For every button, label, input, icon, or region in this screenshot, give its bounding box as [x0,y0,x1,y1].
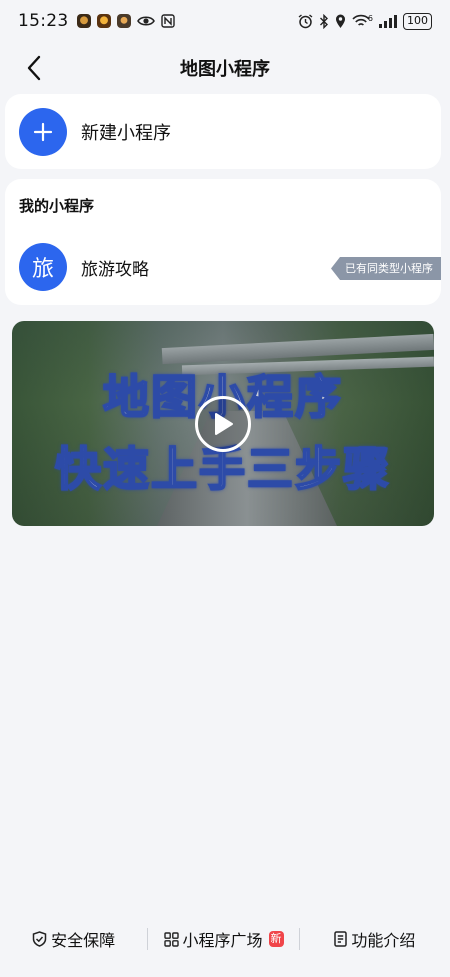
location-icon [335,14,345,28]
status-badge: 已有同类型小程序 [331,257,441,280]
back-button[interactable] [18,52,50,84]
signal-icon [379,14,397,28]
eye-icon [136,16,155,26]
add-button[interactable] [19,107,67,156]
list-item[interactable]: 旅 旅游攻略 [19,243,149,291]
status-time: 15:23 [18,11,69,31]
mini-program-plaza-link[interactable]: 小程序广场 新 [148,920,298,958]
page-title: 地图小程序 [180,59,270,80]
bluetooth-icon [319,13,328,29]
feature-intro-label: 功能介绍 [351,931,416,950]
plus-icon [33,122,53,141]
app-notification-icon [96,14,111,28]
my-mini-programs-card: 我的小程序 旅 旅游攻略 已有同类型小程序 [5,179,441,305]
security-label: 安全保障 [51,931,116,950]
status-left: 15:23 [18,11,175,31]
feature-intro-link[interactable]: 功能介绍 [300,920,450,958]
status-bar: 15:23 6 100 [0,0,450,42]
app-notification-icon [76,14,91,28]
grid-icon [163,931,179,947]
new-mini-program-label: 新建小程序 [81,122,171,144]
play-button[interactable] [195,396,251,452]
security-link[interactable]: 安全保障 [0,920,147,958]
section-title: 我的小程序 [19,197,95,215]
title-bar: 地图小程序 [0,44,450,92]
avatar: 旅 [19,243,67,291]
play-icon [215,413,233,435]
wifi-network-label: 6 [367,14,373,23]
new-badge: 新 [268,931,284,947]
battery-icon: 100 [403,12,432,30]
nfc-icon [160,14,175,28]
alarm-icon [298,13,313,28]
chevron-left-icon [27,55,41,81]
app-notification-icon [116,14,131,28]
shield-check-icon [32,931,47,947]
document-icon [334,931,348,947]
mini-program-plaza-label: 小程序广场 [182,931,263,950]
new-mini-program-card[interactable]: 新建小程序 [5,94,441,169]
mini-program-label: 旅游攻略 [81,259,149,280]
wifi-indicator: 6 [352,14,373,28]
bottom-bar: 安全保障 小程序广场 新 功能介绍 [0,920,450,958]
status-right: 6 100 [298,12,432,30]
tutorial-video[interactable]: 地图小程序 快速上手三步骤 [12,321,434,526]
